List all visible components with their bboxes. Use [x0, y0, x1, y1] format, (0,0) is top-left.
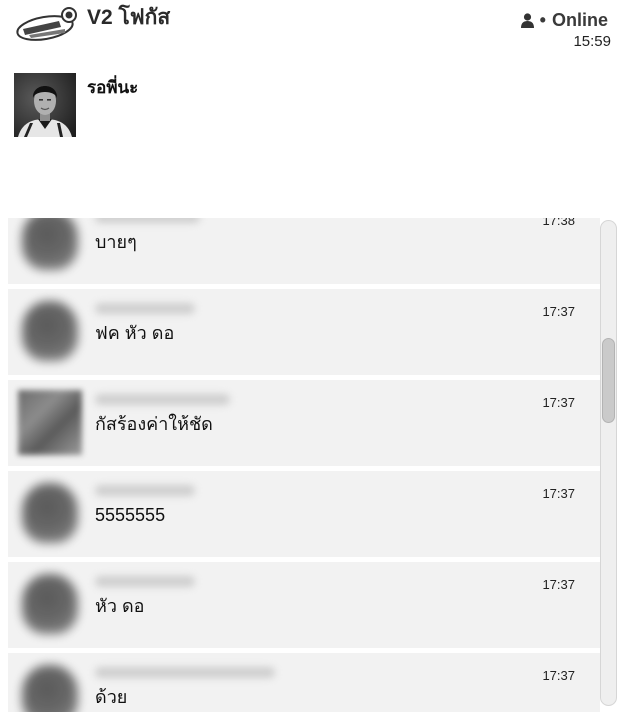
message-time: 17:37: [542, 304, 575, 319]
sender-name-blurred: [95, 576, 195, 587]
profile-name: รอพี่นะ: [87, 78, 139, 97]
message-text: บายๆ: [95, 232, 137, 252]
message-time: 17:38: [542, 218, 575, 228]
message-text: ด้วย: [95, 687, 128, 707]
app-logo: [15, 7, 79, 43]
message-text: กัสร้องค่าให้ชัด: [95, 414, 213, 434]
message-item[interactable]: 17:37 กัสร้องค่าให้ชัด: [8, 380, 600, 466]
person-icon: [520, 12, 534, 28]
sender-avatar: [22, 483, 78, 543]
page-title: V2 โฟกัส: [87, 6, 171, 29]
sender-name-blurred: [95, 667, 275, 678]
scrollbar[interactable]: [600, 220, 617, 706]
online-status: • Online: [520, 9, 608, 31]
message-time: 17:37: [542, 668, 575, 683]
sender-avatar: [22, 301, 78, 361]
message-item[interactable]: 17:37 หัว ดอ: [8, 562, 600, 648]
sender-name-blurred: [95, 303, 195, 314]
app-logo-graphic: [16, 7, 77, 41]
sender-avatar: [18, 390, 82, 455]
message-text: ฟค หัว ดอ: [95, 323, 175, 343]
message-item[interactable]: 17:37 5555555: [8, 471, 600, 557]
message-text: 5555555: [95, 505, 166, 525]
message-item[interactable]: 17:37 ด้วย: [8, 653, 600, 712]
sender-name-blurred: [95, 485, 195, 496]
message-time: 17:37: [542, 395, 575, 410]
profile-avatar[interactable]: [14, 73, 76, 137]
clock-time: 15:59: [573, 33, 611, 50]
sender-avatar: [22, 665, 78, 712]
sender-name-blurred: [95, 218, 200, 223]
scrollbar-thumb[interactable]: [602, 337, 615, 423]
status-dot: •: [539, 9, 546, 30]
message-time: 17:37: [542, 486, 575, 501]
message-list: 17:38 บายๆ 17:37 ฟค หัว ดอ 17:37 กัสร้อง…: [8, 218, 600, 712]
app-header: V2 โฟกัส • Online 15:59: [0, 0, 623, 60]
message-item[interactable]: 17:37 ฟค หัว ดอ: [8, 289, 600, 375]
sender-avatar: [22, 574, 78, 634]
message-feed[interactable]: 17:38 บายๆ 17:37 ฟค หัว ดอ 17:37 กัสร้อง…: [0, 218, 600, 712]
status-text: Online: [551, 9, 608, 30]
message-text: หัว ดอ: [95, 596, 145, 616]
profile-photo: [14, 73, 76, 137]
message-time: 17:37: [542, 577, 575, 592]
sender-name-blurred: [95, 394, 230, 405]
sender-avatar: [22, 218, 78, 270]
message-item[interactable]: 17:38 บายๆ: [8, 218, 600, 284]
